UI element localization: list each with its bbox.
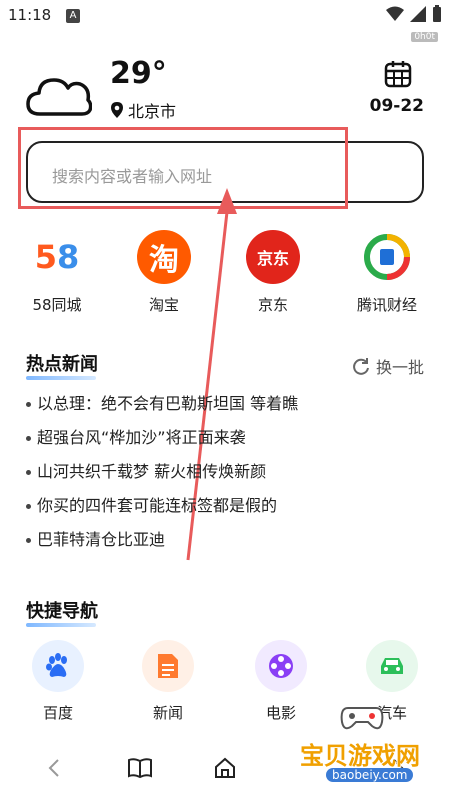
list-item[interactable]: 山河共织千载梦 薪火相传焕新颜 — [26, 460, 426, 494]
car-icon — [366, 640, 418, 692]
film-reel-icon — [255, 640, 307, 692]
watermark-url: baobeiy.com — [326, 768, 414, 782]
58-logo-icon: 58 — [34, 238, 80, 276]
quick-nav-title: 快捷导航 — [26, 597, 98, 627]
app-label: 58同城 — [32, 296, 82, 314]
news-doc-icon — [142, 640, 194, 692]
list-item[interactable]: 超强台风“桦加沙”将正面来袭 — [26, 426, 426, 460]
app-shortcuts: 58 58同城 淘 淘宝 京东 京东 腾讯财经 — [0, 230, 450, 320]
app-tencent-finance[interactable]: 腾讯财经 — [342, 230, 432, 315]
gamepad-icon — [340, 707, 384, 730]
home-icon — [215, 757, 235, 778]
baidu-paw-icon — [32, 640, 84, 692]
tencent-finance-logo-icon — [360, 230, 414, 284]
news-headline: 你买的四件套可能连标签都是假的 — [37, 496, 278, 515]
news-headline: 山河共织千载梦 薪火相传焕新颜 — [37, 462, 267, 481]
bookmarks-button[interactable] — [126, 754, 154, 782]
news-headline: 以总理：绝不会有巴勒斯坦国 等着瞧 — [37, 394, 299, 413]
nav-label: 百度 — [42, 704, 73, 722]
hot-news-title-text: 热点新闻 — [26, 354, 98, 375]
title-underline — [26, 623, 96, 627]
bullet-dot — [26, 538, 31, 543]
book-icon — [128, 758, 152, 779]
bullet-dot — [26, 436, 31, 441]
nav-label: 新闻 — [152, 704, 183, 722]
chevron-left-icon — [48, 759, 59, 777]
hot-news-title: 热点新闻 — [26, 350, 98, 380]
watermark-text: 宝贝游戏网 — [300, 742, 420, 770]
app-jd[interactable]: 京东 京东 — [228, 230, 318, 315]
app-label: 京东 — [257, 296, 288, 314]
taobao-logo-icon: 淘 — [137, 230, 191, 284]
bullet-dot — [26, 402, 31, 407]
back-button[interactable] — [40, 754, 68, 782]
nav-item-baidu[interactable]: 百度 — [18, 640, 98, 723]
list-item[interactable]: 以总理：绝不会有巴勒斯坦国 等着瞧 — [26, 392, 426, 426]
jd-logo-icon: 京东 — [246, 230, 300, 284]
title-underline — [26, 376, 96, 380]
bullet-dot — [26, 504, 31, 509]
home-button[interactable] — [211, 754, 239, 782]
list-item[interactable]: 你买的四件套可能连标签都是假的 — [26, 494, 426, 528]
refresh-icon — [353, 358, 369, 375]
app-label: 腾讯财经 — [356, 296, 417, 314]
list-item[interactable]: 巴菲特清仓比亚迪 — [26, 528, 426, 562]
app-58tongcheng[interactable]: 58 58同城 — [12, 230, 102, 315]
site-watermark: 宝贝游戏网 baobeiy.com — [300, 698, 450, 788]
app-label: 淘宝 — [148, 296, 179, 314]
quick-nav-title-text: 快捷导航 — [26, 601, 98, 622]
news-headline: 巴菲特清仓比亚迪 — [37, 530, 166, 549]
bullet-dot — [26, 470, 31, 475]
app-taobao[interactable]: 淘 淘宝 — [119, 230, 209, 315]
news-headline: 超强台风“桦加沙”将正面来袭 — [37, 428, 246, 447]
refresh-label: 换一批 — [375, 358, 424, 377]
nav-item-news[interactable]: 新闻 — [128, 640, 208, 723]
news-list: 以总理：绝不会有巴勒斯坦国 等着瞧 超强台风“桦加沙”将正面来袭 山河共织千载梦… — [26, 392, 426, 562]
refresh-button[interactable]: 换一批 — [352, 354, 424, 378]
